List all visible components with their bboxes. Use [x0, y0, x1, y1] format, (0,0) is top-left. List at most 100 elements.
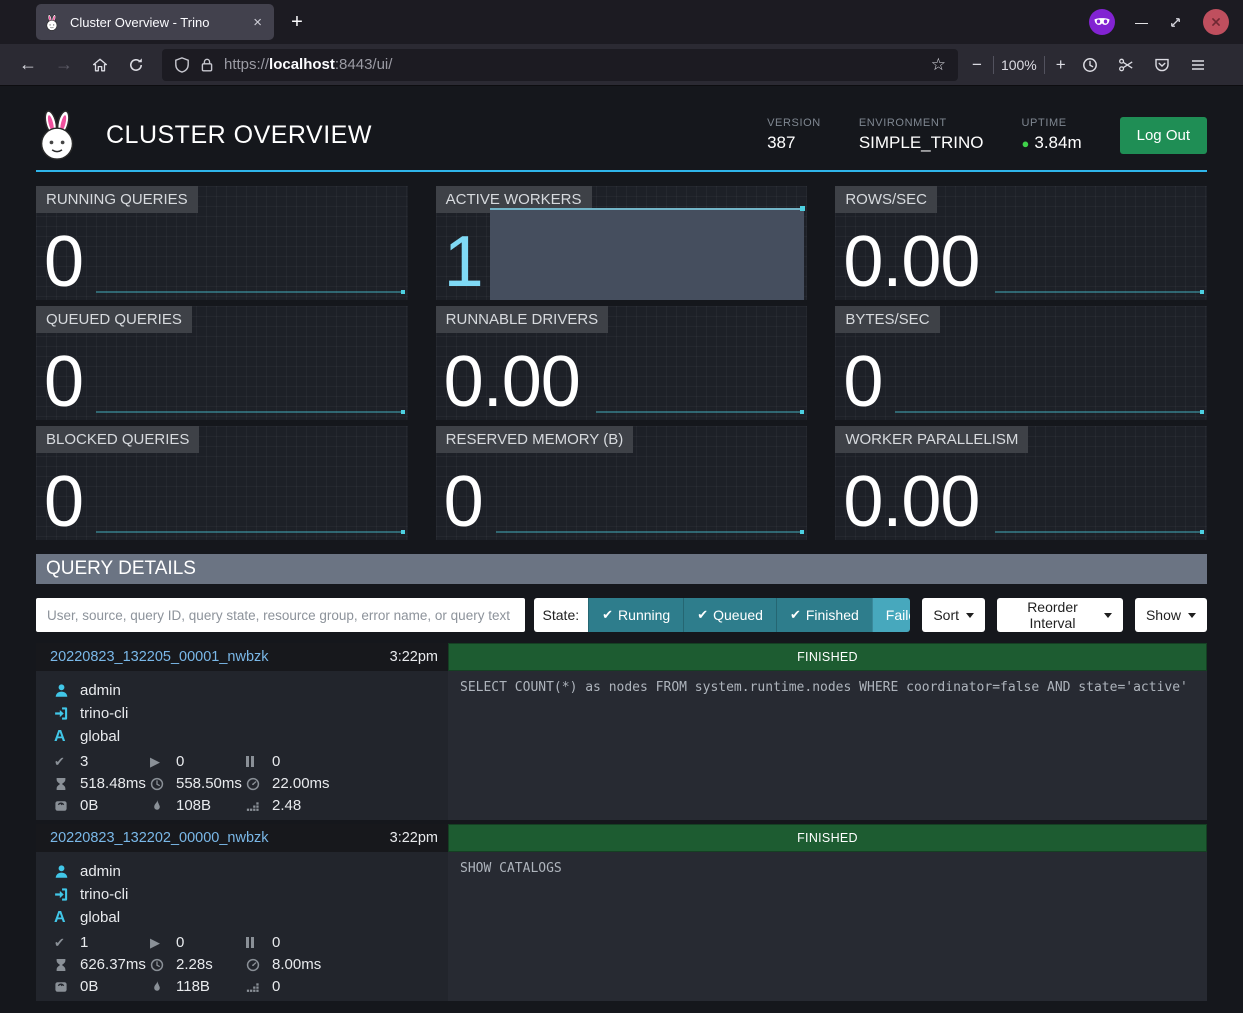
current-memory-value: 0B — [80, 797, 98, 814]
cumulative-memory-value: 0 — [272, 978, 280, 995]
current-memory-cell: 0B — [54, 797, 150, 814]
query-user-row: admin — [36, 679, 448, 702]
window-close-button[interactable] — [1203, 9, 1229, 35]
query-resource-group-row: A global — [36, 725, 448, 748]
url-scheme: https:// — [224, 56, 269, 73]
state-filter-finished[interactable]: ✔Finished — [776, 598, 872, 632]
window-restore-button[interactable] — [1168, 15, 1183, 30]
query-meta-panel: admin trino-cli A global ✔3 ▶0 0 518.48m… — [36, 671, 448, 820]
pocket-icon[interactable] — [1146, 50, 1178, 80]
window-controls: — — [1089, 9, 1243, 35]
pause-icon — [246, 937, 266, 948]
environment-info: ENVIRONMENT SIMPLE_TRINO — [859, 117, 984, 153]
screenshot-scissors-icon[interactable] — [1110, 50, 1142, 80]
sort-dropdown[interactable]: Sort — [922, 598, 985, 632]
running-splits-value: 0 — [176, 934, 184, 951]
running-splits-cell: ▶0 — [150, 753, 246, 770]
home-icon[interactable] — [84, 50, 116, 80]
browser-toolbar: ← → https://localhost:8443/ui/ ☆ − 100% … — [0, 44, 1243, 86]
state-filter-running[interactable]: ✔Running — [588, 598, 683, 632]
state-filter-group: State: ✔Running ✔Queued ✔Finished Failed — [534, 598, 911, 632]
state-filter-running-label: Running — [618, 607, 670, 623]
zoom-out-button[interactable]: − — [968, 55, 986, 75]
caret-down-icon — [1104, 613, 1112, 618]
show-dropdown[interactable]: Show — [1135, 598, 1207, 632]
tile-value: 0.00 — [843, 466, 979, 538]
sparkline — [96, 411, 405, 413]
stat-tile-blocked-queries: BLOCKED QUERIES 0 — [36, 426, 408, 540]
cpu-time-cell: 558.50ms — [150, 775, 246, 792]
chart-icon — [246, 799, 266, 813]
peak-memory-value: 118B — [176, 978, 210, 995]
scale-icon — [54, 980, 74, 994]
query-sql-text: SHOW CATALOGS — [448, 852, 1207, 1001]
peak-memory-value: 108B — [176, 797, 211, 814]
trino-cluster-overview-page: CLUSTER OVERVIEW VERSION 387 ENVIRONMENT… — [0, 86, 1243, 1013]
hourglass-icon — [54, 958, 74, 972]
query-list-item: 20220823_132202_00000_nwbzk 3:22pm FINIS… — [36, 824, 1207, 1001]
state-filter-failed-dropdown[interactable]: Failed — [872, 598, 911, 632]
query-id-link[interactable]: 20220823_132202_00000_nwbzk — [50, 830, 269, 846]
check-icon: ✔ — [54, 935, 74, 951]
queued-splits-value: 0 — [272, 934, 280, 951]
cpu-time-value: 2.28s — [176, 956, 213, 973]
scale-icon — [54, 799, 74, 813]
peak-memory-cell: 118B — [150, 978, 246, 995]
query-search-input[interactable] — [36, 598, 525, 632]
version-info: VERSION 387 — [767, 117, 821, 153]
page-title: CLUSTER OVERVIEW — [106, 121, 372, 150]
sparkline — [96, 531, 405, 533]
back-button[interactable]: ← — [12, 50, 44, 80]
history-clock-icon[interactable] — [1074, 50, 1106, 80]
stat-tile-runnable-drivers: RUNNABLE DRIVERS 0.00 — [436, 306, 808, 420]
query-time: 3:22pm — [390, 649, 438, 665]
resource-group-icon: A — [54, 728, 74, 746]
tile-value: 0.00 — [843, 226, 979, 298]
version-value: 387 — [767, 133, 821, 153]
query-id-bar: 20220823_132205_00001_nwbzk 3:22pm — [36, 643, 448, 671]
caret-down-icon — [1188, 613, 1196, 618]
browser-tab[interactable]: Cluster Overview - Trino × — [36, 4, 274, 40]
query-item-header: 20220823_132202_00000_nwbzk 3:22pm FINIS… — [36, 824, 1207, 852]
chart-icon — [246, 980, 266, 994]
sort-label: Sort — [933, 607, 959, 623]
query-id-bar: 20220823_132202_00000_nwbzk 3:22pm — [36, 824, 448, 852]
stat-tile-running-queries: RUNNING QUERIES 0 — [36, 186, 408, 300]
state-filter-queued[interactable]: ✔Queued — [683, 598, 776, 632]
query-resource-group: global — [80, 728, 120, 745]
shield-icon[interactable] — [174, 57, 190, 73]
menu-hamburger-icon[interactable] — [1182, 50, 1214, 80]
trino-bunny-logo — [36, 109, 80, 161]
reorder-interval-dropdown[interactable]: Reorder Interval — [997, 598, 1123, 632]
cumulative-memory-cell: 2.48 — [246, 797, 448, 814]
tile-label: BYTES/SEC — [835, 306, 939, 333]
query-id-link[interactable]: 20220823_132205_00001_nwbzk — [50, 649, 269, 665]
url-path: :8443/ui/ — [335, 56, 393, 73]
sparkline-filled-area — [490, 208, 805, 300]
zoom-in-button[interactable]: + — [1052, 55, 1070, 75]
zoom-controls: − 100% + — [968, 55, 1070, 75]
query-list-item: 20220823_132205_00001_nwbzk 3:22pm FINIS… — [36, 643, 1207, 820]
new-tab-button[interactable]: + — [282, 7, 312, 37]
sparkline — [995, 291, 1204, 293]
query-stats-grid: ✔3 ▶0 0 518.48ms 558.50ms 22.00ms 0B 108… — [36, 753, 448, 814]
check-icon: ✔ — [790, 607, 801, 623]
query-user: admin — [80, 863, 121, 880]
environment-label: ENVIRONMENT — [859, 117, 984, 129]
completed-splits-value: 3 — [80, 753, 88, 770]
query-source-row: trino-cli — [36, 702, 448, 725]
bookmark-star-icon[interactable]: ☆ — [931, 55, 946, 75]
wall-time-cell: 626.37ms — [54, 956, 150, 973]
url-text[interactable]: https://localhost:8443/ui/ — [224, 56, 392, 73]
query-item-body: admin trino-cli A global ✔1 ▶0 0 626.37m… — [36, 852, 1207, 1001]
zoom-level[interactable]: 100% — [1001, 57, 1037, 73]
window-minimize-button[interactable]: — — [1135, 15, 1148, 30]
url-bar[interactable]: https://localhost:8443/ui/ ☆ — [162, 49, 958, 81]
logout-button[interactable]: Log Out — [1120, 117, 1207, 154]
reload-icon[interactable] — [120, 50, 152, 80]
forward-button[interactable]: → — [48, 50, 80, 80]
tab-close-icon[interactable]: × — [250, 14, 265, 31]
gauge-icon — [246, 777, 266, 791]
sparkline — [995, 531, 1204, 533]
lock-icon[interactable] — [199, 57, 215, 73]
